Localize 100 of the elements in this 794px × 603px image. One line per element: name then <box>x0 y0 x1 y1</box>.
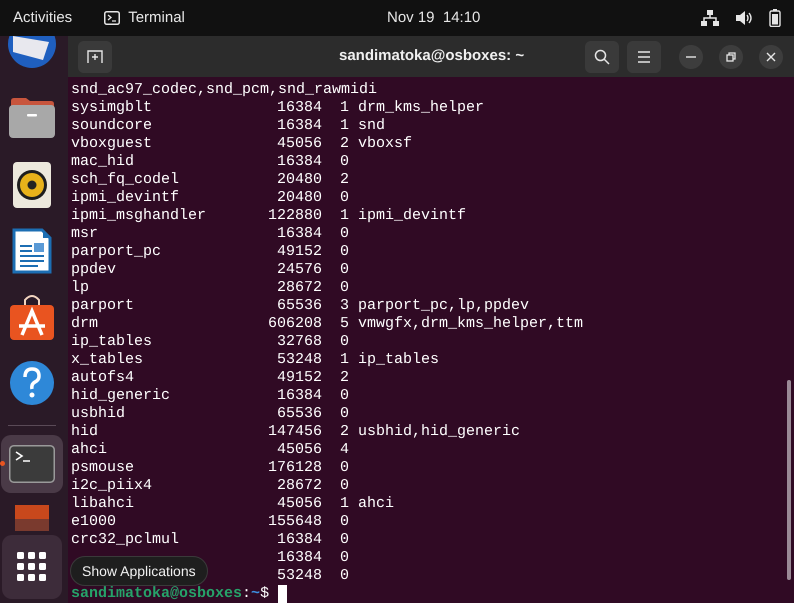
use-count: 1 <box>340 99 349 117</box>
app-grid-icon <box>17 552 47 582</box>
module-name: sysimgblt <box>71 99 152 116</box>
window-title: sandimatoka@osboxes: ~ <box>339 46 524 66</box>
module-name: libahci <box>71 495 134 512</box>
module-size: 32768 <box>276 333 322 351</box>
network-icon[interactable] <box>701 10 719 26</box>
used-by: ipmi_devintf <box>358 207 466 225</box>
module-size: 16384 <box>276 117 322 135</box>
module-name: x_tables <box>71 351 144 368</box>
used-by: vboxsf <box>358 135 412 153</box>
minimize-button[interactable] <box>679 44 703 68</box>
module-size: 28672 <box>276 477 322 495</box>
use-count: 2 <box>340 135 349 153</box>
use-count: 0 <box>340 189 349 207</box>
prompt-separator: : <box>242 585 252 603</box>
module-size: 65536 <box>276 405 322 423</box>
speaker-icon[interactable] <box>13 162 51 208</box>
use-count: 0 <box>340 153 349 171</box>
document-icon[interactable] <box>12 228 52 274</box>
use-count: 0 <box>340 261 349 279</box>
show-applications-button[interactable] <box>2 535 62 599</box>
module-size: 65536 <box>276 297 322 315</box>
use-count: 0 <box>340 243 349 261</box>
text-cursor <box>278 585 288 603</box>
folder-icon[interactable] <box>9 97 55 139</box>
running-indicator <box>0 461 5 466</box>
app-menu[interactable]: Terminal <box>128 6 185 30</box>
module-size: 16384 <box>276 153 322 171</box>
module-size: 49152 <box>276 243 322 261</box>
use-count: 0 <box>340 477 349 495</box>
terminal-icon <box>104 11 120 25</box>
module-name: sch_fq_codel <box>71 171 180 188</box>
module-name: autofs4 <box>71 369 134 386</box>
module-name: msr <box>71 225 98 242</box>
use-count: 1 <box>340 117 349 135</box>
module-size: 53248 <box>276 351 322 369</box>
module-size: 122880 <box>268 207 322 225</box>
tooltip: Show Applications <box>70 556 208 586</box>
use-count: 5 <box>340 315 349 333</box>
use-count: 1 <box>340 207 349 225</box>
module-name: hid <box>71 423 98 440</box>
close-icon <box>766 52 776 62</box>
module-name: ip_tables <box>71 333 152 350</box>
use-count: 3 <box>340 297 349 315</box>
use-count: 0 <box>340 405 349 423</box>
used-by: ip_tables <box>358 351 440 369</box>
module-size: 606208 <box>268 315 322 333</box>
shopping-bag-icon[interactable] <box>9 293 55 341</box>
prompt-user-host: sandimatoka@osboxes <box>71 585 242 603</box>
help-icon[interactable] <box>9 360 55 406</box>
module-name: ppdev <box>71 261 116 278</box>
new-tab-button[interactable] <box>78 40 112 72</box>
activities-button[interactable]: Activities <box>13 6 72 30</box>
module-name: crc32_pclmul <box>71 531 180 548</box>
use-count: 0 <box>340 459 349 477</box>
module-name: soundcore <box>71 117 152 134</box>
search-button[interactable] <box>585 40 619 72</box>
use-count: 0 <box>340 513 349 531</box>
module-name: psmouse <box>71 459 134 476</box>
module-name: drm <box>71 315 98 332</box>
terminal-app-icon[interactable] <box>9 445 55 483</box>
used-by: vmwgfx,drm_kms_helper,ttm <box>358 315 584 333</box>
module-name: parport_pc <box>71 243 162 260</box>
close-button[interactable] <box>759 44 783 68</box>
used-by: usbhid,hid_generic <box>358 423 520 441</box>
module-size: 24576 <box>276 261 322 279</box>
use-count: 4 <box>340 441 349 459</box>
menu-button[interactable] <box>627 40 661 72</box>
battery-icon[interactable] <box>769 9 781 27</box>
module-name: vboxguest <box>71 135 152 152</box>
module-name: ipmi_msghandler <box>71 207 206 224</box>
use-count: 2 <box>340 369 349 387</box>
menu-icon <box>637 50 651 62</box>
module-size: 16384 <box>276 99 322 117</box>
scrollbar[interactable] <box>787 380 791 580</box>
module-size: 45056 <box>276 135 322 153</box>
minimize-icon <box>686 56 696 58</box>
use-count: 0 <box>340 387 349 405</box>
use-count: 2 <box>340 423 349 441</box>
module-size: 45056 <box>276 495 322 513</box>
use-count: 0 <box>340 567 349 585</box>
used-by: drm_kms_helper <box>358 99 484 117</box>
module-size: 45056 <box>276 441 322 459</box>
module-name: ipmi_devintf <box>71 189 180 206</box>
prompt-symbol: $ <box>260 585 270 603</box>
restore-icon <box>726 52 736 62</box>
volume-icon[interactable] <box>735 10 753 26</box>
module-size: 16384 <box>276 225 322 243</box>
module-name: usbhid <box>71 405 126 422</box>
use-count: 0 <box>340 225 349 243</box>
module-size: 20480 <box>276 171 322 189</box>
module-name: lp <box>71 279 90 296</box>
use-count: 2 <box>340 171 349 189</box>
module-size: 16384 <box>276 387 322 405</box>
clock[interactable]: Nov 19 14:10 <box>387 6 480 30</box>
module-size: 28672 <box>276 279 322 297</box>
maximize-button[interactable] <box>719 44 743 68</box>
module-name: hid_generic <box>71 387 170 404</box>
module-size: 16384 <box>276 531 322 549</box>
